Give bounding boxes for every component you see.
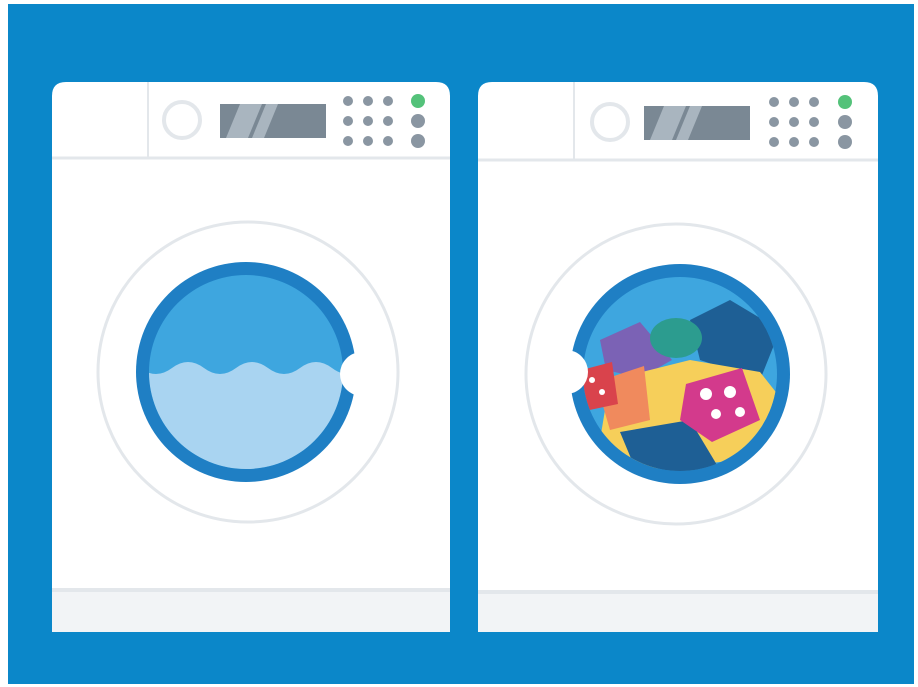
panel-button[interactable] [809,117,819,127]
flower-dot [700,388,712,400]
flower-dot [599,389,605,395]
washing-machine-water [52,82,450,632]
panel-button[interactable] [809,137,819,147]
panel-button[interactable] [789,117,799,127]
door[interactable] [524,222,828,526]
flower-dot [735,407,745,417]
power-indicator-light[interactable] [838,95,852,109]
door[interactable] [96,220,400,524]
washing-machine-laundry [478,82,878,632]
panel-button[interactable] [383,136,393,146]
panel-button[interactable] [769,137,779,147]
button-grid [769,97,819,147]
status-light [838,135,852,149]
status-light [411,114,425,128]
flower-dot [589,377,595,383]
display-screen [220,104,326,138]
panel-button[interactable] [363,136,373,146]
flower-dot [724,386,736,398]
panel-button[interactable] [363,116,373,126]
status-light [838,115,852,129]
panel-button[interactable] [343,116,353,126]
kickplate [478,590,878,632]
panel-button[interactable] [343,96,353,106]
door-handle[interactable] [340,352,384,396]
panel-button[interactable] [343,136,353,146]
panel-button[interactable] [363,96,373,106]
status-light [411,134,425,148]
display-screen [644,106,750,140]
door-handle[interactable] [544,350,588,394]
panel-button[interactable] [383,116,393,126]
power-indicator-light[interactable] [411,94,425,108]
kickplate [52,588,450,632]
panel-button[interactable] [789,137,799,147]
washing-machines-illustration [8,4,914,684]
program-dial-knob[interactable] [162,100,202,140]
panel-button[interactable] [383,96,393,106]
program-dial-knob[interactable] [590,102,630,142]
button-grid [343,96,393,146]
panel-button[interactable] [769,97,779,107]
panel-button[interactable] [789,97,799,107]
flower-dot [711,409,721,419]
panel-button[interactable] [769,117,779,127]
garment-teal-pattern [650,318,702,358]
panel-button[interactable] [809,97,819,107]
